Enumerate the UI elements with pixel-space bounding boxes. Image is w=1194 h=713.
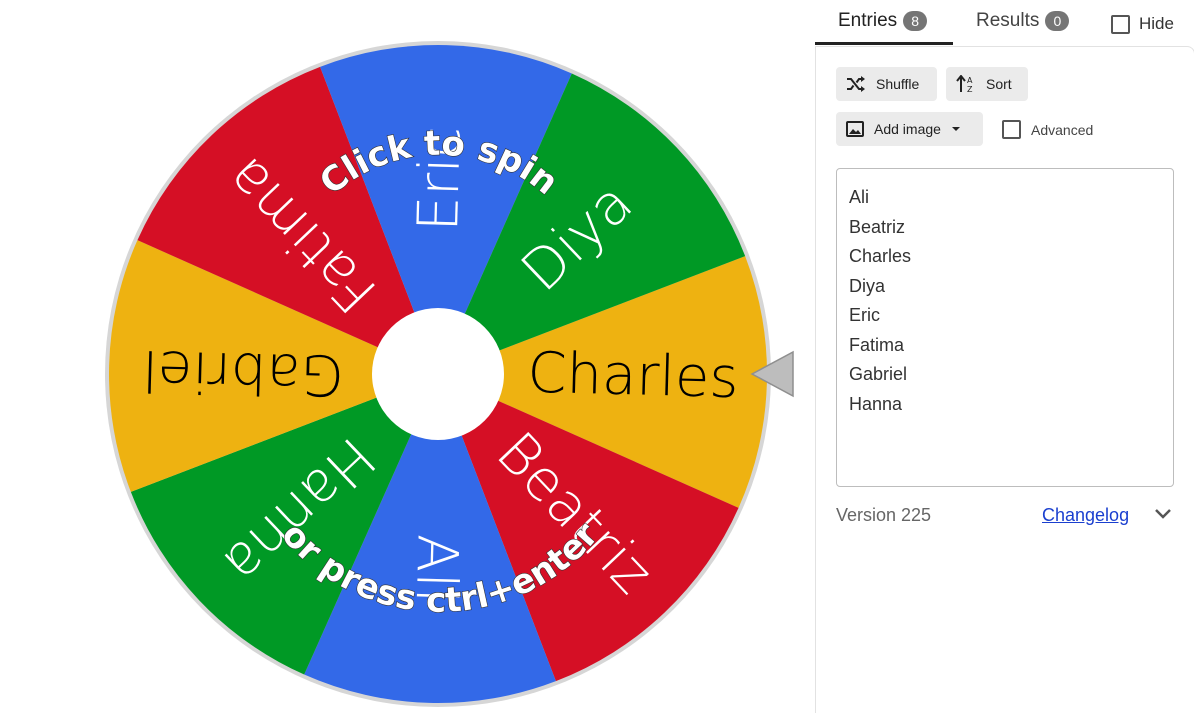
shuffle-button[interactable]: Shuffle xyxy=(836,67,937,101)
changelog-link[interactable]: Changelog xyxy=(1042,505,1129,526)
tab-bar: Entries 8 Results 0 Hide xyxy=(815,0,1194,46)
entry-line: Diya xyxy=(849,275,886,296)
chevron-down-icon[interactable] xyxy=(1154,508,1172,520)
wheel-label-gabriel: Gabriel xyxy=(141,337,344,407)
tab-entries-label: Entries xyxy=(838,10,898,31)
results-count-badge: 0 xyxy=(1045,11,1070,31)
entries-panel: Shuffle A Z Sort Add image Advanced Ali … xyxy=(815,46,1194,713)
entry-line: Eric xyxy=(849,305,880,325)
image-icon xyxy=(846,121,864,137)
version-text: Version 225 xyxy=(836,505,932,525)
shuffle-icon xyxy=(847,76,865,92)
sort-label: Sort xyxy=(986,76,1012,92)
dropdown-caret-icon xyxy=(951,127,960,131)
entries-textarea[interactable]: Ali Beatriz Charles Diya Eric Fatima Gab… xyxy=(836,168,1174,487)
add-image-button[interactable]: Add image xyxy=(836,112,983,146)
svg-text:A: A xyxy=(967,76,973,85)
active-tab-indicator xyxy=(815,42,953,45)
advanced-label: Advanced xyxy=(1031,121,1094,138)
entries-count-badge: 8 xyxy=(903,11,928,31)
hide-checkbox-box[interactable] xyxy=(1111,14,1130,34)
tab-results-label: Results xyxy=(976,10,1040,31)
svg-text:Z: Z xyxy=(967,85,973,93)
entry-line: Fatima xyxy=(849,334,905,355)
sidebar: Entries 8 Results 0 Hide Shuffle A Z Sor… xyxy=(815,0,1194,713)
wheel-area[interactable]: Charles Beatriz Ali Hanna Gabriel Fatima Eric D… xyxy=(0,0,815,712)
hide-checkbox[interactable]: Hide xyxy=(1111,14,1174,34)
entry-line: Ali xyxy=(849,187,870,207)
entry-line: Charles xyxy=(849,246,912,266)
tab-entries[interactable]: Entries 8 xyxy=(838,10,928,32)
sort-icon: A Z xyxy=(956,75,973,93)
advanced-checkbox-box[interactable] xyxy=(1002,120,1021,139)
tab-results[interactable]: Results 0 xyxy=(976,10,1070,32)
shuffle-label: Shuffle xyxy=(876,76,920,92)
sort-button[interactable]: A Z Sort xyxy=(946,67,1028,101)
entry-line: Gabriel xyxy=(849,364,908,384)
entry-line: Beatriz xyxy=(849,216,906,237)
wheel-center[interactable] xyxy=(372,308,504,440)
hide-label: Hide xyxy=(1139,14,1174,33)
advanced-checkbox[interactable]: Advanced xyxy=(1002,120,1093,139)
panel-footer: Version 225 Changelog xyxy=(836,505,1176,529)
spin-wheel[interactable]: CharlesBeatrizAliHannaGabrielFatima Eric D… xyxy=(0,0,815,712)
entry-line: Hanna xyxy=(849,393,903,414)
wheel-label-charles: Charles xyxy=(527,341,740,412)
add-image-label: Add image xyxy=(874,121,941,137)
